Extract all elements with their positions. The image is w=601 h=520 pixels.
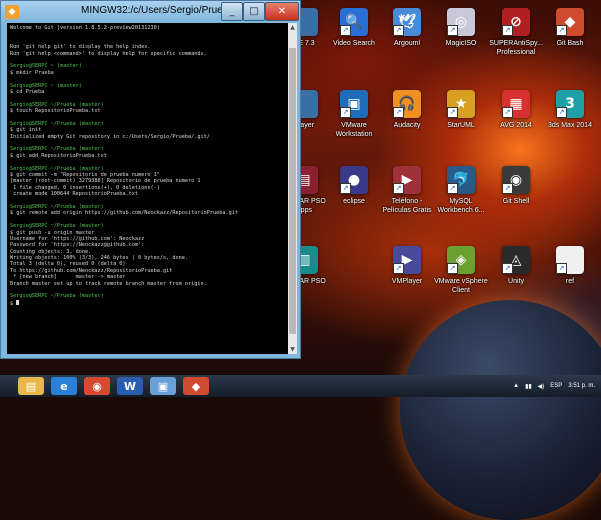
desktop-shortcut-label: Argouml — [393, 40, 421, 47]
desktop-shortcut-label: Git Bash — [556, 40, 584, 47]
shortcut-arrow-icon: ↗ — [393, 25, 404, 36]
clock-time: 3:51 p. m. — [568, 382, 595, 389]
maximize-button[interactable]: □ — [243, 2, 265, 21]
window-titlebar[interactable]: ◆ MINGW32:/c/Users/Sergio/Prueba _ □ ✕ — [1, 1, 300, 23]
system-tray: ▲ ▮▮ ◀) ESP 3:51 p. m. — [513, 377, 595, 395]
taskbar-app-icon[interactable]: ▣ — [150, 377, 176, 395]
desktop-shortcut-label: Unity — [508, 278, 524, 285]
shortcut-arrow-icon: ↗ — [502, 183, 513, 194]
desktop-shortcut-label: AVG 2014 — [500, 122, 532, 129]
taskbar-file-explorer-icon[interactable]: ▤ — [18, 377, 44, 395]
desktop-shortcut-label: ref — [565, 278, 575, 285]
shortcut-arrow-icon: ↗ — [556, 107, 567, 118]
desktop-shortcut[interactable]: ▶ ↗ VMPlayer — [378, 246, 436, 286]
desktop-shortcut[interactable]: 🔍 ↗ Video Search — [325, 8, 383, 48]
mingw-app-icon: ◆ — [5, 5, 19, 19]
desktop-shortcut-label: Audacity — [393, 122, 421, 129]
desktop-shortcut-label: eclipse — [343, 198, 365, 205]
scroll-up-arrow-icon[interactable]: ▲ — [288, 23, 297, 32]
shortcut-arrow-icon: ↗ — [556, 25, 567, 36]
desktop-shortcut-label: MySQL Workbench 6... — [437, 198, 485, 214]
git-bash-window[interactable]: ◆ MINGW32:/c/Users/Sergio/Prueba _ □ ✕ W… — [0, 0, 301, 359]
desktop-shortcut[interactable]: ▶ ↗ Teléfono - Películas Gratis — [378, 166, 436, 215]
desktop-shortcut[interactable]: ⊘ ↗ SUPERAntiSpy... Professional — [487, 8, 545, 57]
shortcut-arrow-icon: ↗ — [502, 25, 513, 36]
desktop-shortcut-label: VMware Workstation — [335, 122, 373, 138]
shortcut-arrow-icon: ↗ — [502, 107, 513, 118]
taskbar-word-icon[interactable]: W — [117, 377, 143, 395]
console-scrollbar[interactable]: ▲ ▼ — [288, 23, 297, 354]
taskbar-chrome-icon[interactable]: ◉ — [84, 377, 110, 395]
window-title: MINGW32:/c/Users/Sergio/Prueba — [81, 5, 234, 16]
shortcut-arrow-icon: ↗ — [393, 107, 404, 118]
desktop-shortcut-label: VMPlayer — [391, 278, 423, 285]
desktop-shortcut[interactable]: 🎧 ↗ Audacity — [378, 90, 436, 130]
language-indicator[interactable]: ESP — [550, 383, 562, 389]
desktop-shortcut[interactable]: 3 ↗ 3ds Max 2014 — [541, 90, 599, 130]
desktop-shortcut[interactable]: ◬ ↗ Unity — [487, 246, 545, 286]
desktop-shortcut[interactable]: ◈ ↗ VMware vSphere Client — [432, 246, 490, 295]
desktop-shortcut-label: StarUML — [447, 122, 475, 129]
close-button[interactable]: ✕ — [265, 2, 299, 21]
taskbar: ▤ e ◉ W ▣ ◆ ▲ ▮▮ ◀) ESP 3:51 p. m. — [0, 375, 601, 397]
desktop-shortcut-label: Video Search — [333, 40, 375, 47]
shortcut-arrow-icon: ↗ — [340, 25, 351, 36]
desktop-shortcut-label: SUPERAntiSpy... Professional — [489, 40, 543, 56]
shortcut-arrow-icon: ↗ — [447, 263, 458, 274]
desktop-icon-grid: DE 7.3 🔍 ↗ Video Search 🕊 ↗ Argouml ◎ ↗ MagicISO ⊘… — [282, 0, 601, 375]
desktop-shortcut[interactable]: ▣ ↗ VMware Workstation — [325, 90, 383, 139]
volume-icon[interactable]: ◀) — [538, 383, 545, 390]
desktop-shortcut[interactable]: ● ↗ eclipse — [325, 166, 383, 206]
console-line: $ — [10, 299, 285, 307]
tray-arrow-icon[interactable]: ▲ — [513, 383, 519, 389]
desktop-shortcut[interactable]: 🐬 ↗ MySQL Workbench 6... — [432, 166, 490, 215]
shortcut-arrow-icon: ↗ — [447, 107, 458, 118]
desktop-shortcut-label: Git Shell — [502, 198, 530, 205]
shortcut-arrow-icon: ↗ — [502, 263, 513, 274]
desktop-shortcut-label: Teléfono - Películas Gratis — [382, 198, 432, 214]
desktop-shortcut-label: 3ds Max 2014 — [548, 122, 592, 129]
clock[interactable]: 3:51 p. m. — [568, 383, 595, 390]
minimize-button[interactable]: _ — [221, 2, 243, 21]
taskbar-internet-explorer-icon[interactable]: e — [51, 377, 77, 395]
shortcut-arrow-icon: ↗ — [340, 107, 351, 118]
shortcut-arrow-icon: ↗ — [393, 183, 404, 194]
shortcut-arrow-icon: ↗ — [340, 183, 351, 194]
taskbar-git-icon[interactable]: ◆ — [183, 377, 209, 395]
desktop-shortcut[interactable]: ★ ↗ StarUML — [432, 90, 490, 130]
desktop-shortcut[interactable]: 🕊 ↗ Argouml — [378, 8, 436, 48]
terminal-cursor — [16, 299, 20, 305]
network-icon[interactable]: ▮▮ — [525, 383, 532, 390]
desktop-shortcut-label: MagicISO — [445, 40, 477, 47]
desktop-shortcut[interactable]: ◆ ↗ Git Bash — [541, 8, 599, 48]
shortcut-arrow-icon: ↗ — [447, 183, 458, 194]
terminal-console[interactable]: Welcome to Git (version 1.8.5.2-preview2… — [7, 23, 288, 354]
desktop-shortcut-label: VMware vSphere Client — [434, 278, 488, 294]
shortcut-arrow-icon: ↗ — [447, 25, 458, 36]
desktop-shortcut[interactable]: ◉ ↗ Git Shell — [487, 166, 545, 206]
shortcut-arrow-icon: ↗ — [556, 263, 567, 274]
scroll-down-arrow-icon[interactable]: ▼ — [288, 345, 297, 354]
desktop-shortcut[interactable]: ↗ ref — [541, 246, 599, 286]
desktop-shortcut[interactable]: ▦ ↗ AVG 2014 — [487, 90, 545, 130]
scrollbar-thumb[interactable] — [289, 48, 296, 334]
shortcut-arrow-icon: ↗ — [393, 263, 404, 274]
desktop-shortcut[interactable]: ◎ ↗ MagicISO — [432, 8, 490, 48]
